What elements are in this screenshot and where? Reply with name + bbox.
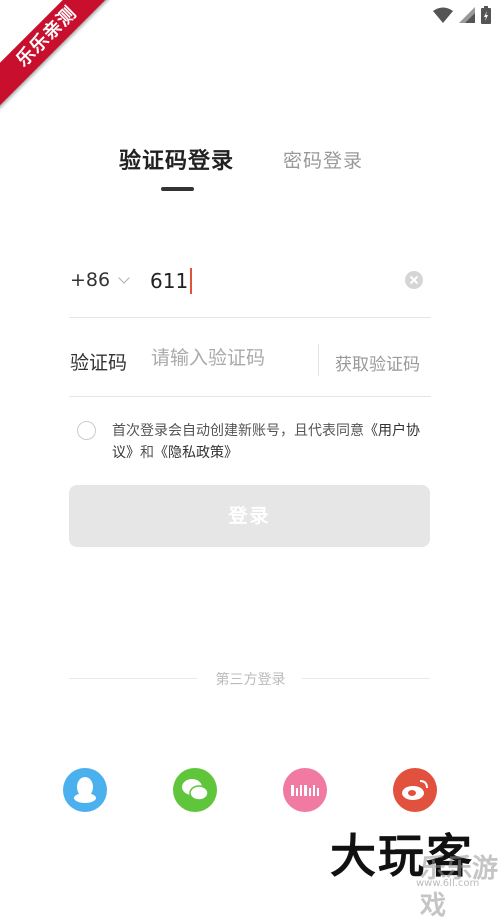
corner-ribbon: 乐乐亲测 [0,0,110,110]
login-button[interactable]: 登录 [69,485,430,547]
watermark-url: www.6ll.com [416,878,480,889]
tab-password-login[interactable]: 密码登录 [283,146,363,173]
wifi-icon [433,7,453,23]
divider [69,678,197,679]
phone-input[interactable]: 611 [150,268,193,294]
bilibili-glyph [291,785,319,796]
tab-indicator [161,187,194,191]
vertical-divider [318,344,319,376]
clear-icon[interactable] [405,271,423,289]
qq-icon[interactable] [63,768,107,812]
status-bar [433,6,491,24]
phone-value: 611 [150,269,189,293]
wechat-bubbles-glyph [182,779,209,801]
text-cursor [190,268,193,294]
ribbon-text: 乐乐亲测 [0,0,110,108]
agreement-text: 首次登录会自动创建新账号，且代表同意《用户协议》和《隐私政策》 [112,420,432,464]
divider [69,396,431,397]
third-party-label: 第三方登录 [215,672,286,688]
divider [69,317,431,318]
code-label: 验证码 [70,352,128,374]
weibo-eye-glyph [402,780,428,800]
agreement-and: 和 [140,445,154,461]
wechat-icon[interactable] [173,768,217,812]
country-code: +86 [70,269,111,291]
code-input[interactable] [151,347,311,369]
tab-code-login[interactable]: 验证码登录 [119,143,234,175]
weibo-icon[interactable] [393,768,437,812]
qq-penguin-glyph [74,777,96,803]
signal-icon [459,7,475,23]
chevron-down-icon [118,271,130,284]
bilibili-icon[interactable] [283,768,327,812]
privacy-policy-link[interactable]: 《隐私政策》 [154,445,238,461]
agreement-checkbox[interactable] [77,421,96,440]
divider [302,678,430,679]
agreement-prefix: 首次登录会自动创建新账号，且代表同意 [112,423,364,439]
get-code-button[interactable]: 获取验证码 [335,350,420,375]
country-code-selector[interactable]: +86 [70,269,130,291]
battery-icon [481,6,491,24]
